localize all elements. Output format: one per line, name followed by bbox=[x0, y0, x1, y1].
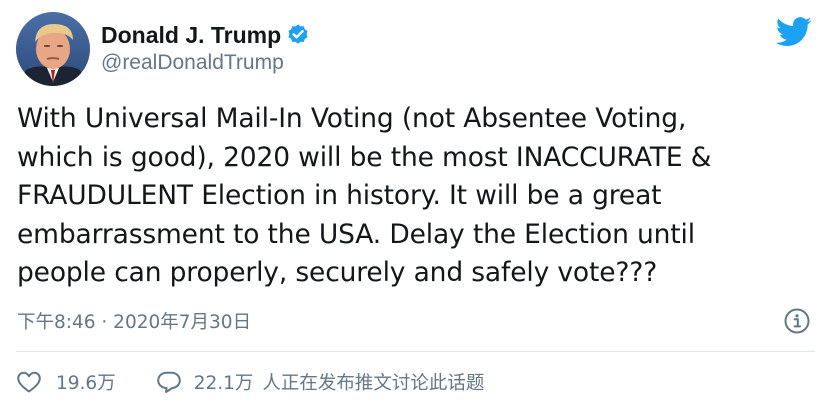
tweet-timestamp[interactable]: 下午8:46 · 2020年7月30日 bbox=[17, 308, 251, 334]
tweet-text: With Universal Mail-In Voting (not Absen… bbox=[17, 100, 797, 293]
tweet-actions: 19.6万 22.1万 人正在发布推文讨论此话题 bbox=[16, 367, 484, 397]
like-button[interactable]: 19.6万 bbox=[16, 369, 116, 395]
user-handle[interactable]: @realDonaldTrump bbox=[101, 51, 284, 75]
reply-button[interactable]: 22.1万 人正在发布推文讨论此话题 bbox=[156, 369, 485, 395]
avatar[interactable] bbox=[16, 12, 90, 86]
heart-icon bbox=[16, 370, 42, 394]
speech-bubble-icon bbox=[156, 370, 182, 394]
info-icon[interactable] bbox=[783, 307, 811, 335]
tweet-text-line: FRAUDULENT Election in history. It will … bbox=[17, 180, 662, 211]
tweet-text-line: which is good), 2020 will be the most IN… bbox=[17, 141, 712, 173]
like-count: 19.6万 bbox=[56, 373, 116, 394]
tweet-card: Donald J. Trump @realDonaldTrump With Un… bbox=[0, 0, 831, 409]
reply-label: 人正在发布推文讨论此话题 bbox=[262, 373, 485, 394]
author-name-row: Donald J. Trump bbox=[101, 19, 310, 51]
twitter-bird-icon[interactable] bbox=[775, 17, 812, 47]
divider bbox=[16, 351, 815, 352]
tweet-text-line: With Universal Mail-In Voting (not Absen… bbox=[17, 103, 687, 134]
verified-badge-icon bbox=[286, 23, 310, 47]
tweet-text-line: people can properly, securely and safely… bbox=[17, 257, 658, 288]
display-name[interactable]: Donald J. Trump bbox=[101, 22, 281, 49]
reply-count: 22.1万 bbox=[193, 373, 254, 394]
tweet-text-line: embarrassment to the USA. Delay the Elec… bbox=[17, 218, 695, 250]
